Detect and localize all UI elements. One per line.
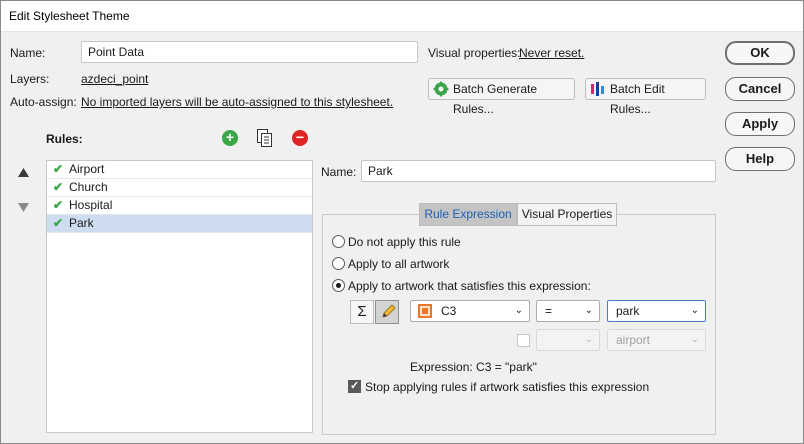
batch-edit-label: Batch Edit Rules... [610,82,665,116]
field-select[interactable]: C3 ⌄ [410,300,530,322]
help-button[interactable]: Help [725,147,795,171]
stop-applying-checkbox[interactable] [348,379,361,393]
tab-visual-properties[interactable]: Visual Properties [517,203,617,226]
stop-applying-label: Stop applying rules if artwork satisfies… [365,380,650,394]
autoassign-label: Auto-assign: [10,95,77,109]
radio-apply-all-label: Apply to all artwork [348,257,450,271]
operand-select[interactable]: park ⌄ [607,300,706,322]
layers-label: Layers: [10,72,50,86]
autoassign-link[interactable]: No imported layers will be auto-assigned… [81,95,393,109]
rule-label: Hospital [69,198,113,212]
second-operand-select[interactable]: airport ⌄ [607,329,706,351]
list-item[interactable]: ✔ Hospital [47,197,312,215]
pencil-toggle-button[interactable] [375,300,399,324]
radio-apply-expression[interactable] [332,279,345,292]
field-select-value: C3 [441,304,457,318]
radio-apply-all[interactable] [332,257,345,270]
sigma-icon: Σ [357,303,367,320]
radio-do-not-apply-label: Do not apply this rule [348,235,461,249]
batch-edit-rules-button[interactable]: Batch Edit Rules... [585,78,706,116]
tab-rule-expression[interactable]: Rule Expression [419,203,517,226]
field-column-icon [418,304,432,318]
visual-properties-label: Visual properties: [428,46,521,60]
operator-select[interactable]: = ⌄ [536,300,600,322]
stylesheet-name-input[interactable]: Point Data [81,41,418,63]
pencil-icon [382,304,396,318]
check-icon: ✔ [53,180,64,194]
expression-preview: Expression: C3 = "park" [410,360,537,374]
edit-stylesheet-dialog: Edit Stylesheet Theme Name: Point Data L… [0,0,804,444]
list-item[interactable]: ✔ Park [47,215,312,233]
chevron-down-icon: ⌄ [514,305,523,316]
check-icon: ✔ [53,198,64,212]
second-operand-value: airport [616,333,651,347]
rule-label: Church [69,180,108,194]
gear-plus-icon [433,81,449,97]
chevron-down-icon: ⌄ [690,334,699,345]
title-bar: Edit Stylesheet Theme [1,1,803,32]
move-up-icon[interactable] [18,168,29,177]
list-item[interactable]: ✔ Church [47,179,312,197]
rule-label: Park [69,216,94,230]
rule-name-input[interactable]: Park [361,160,716,182]
cancel-button[interactable]: Cancel [725,77,795,101]
rule-name-label: Name: [321,165,357,179]
ok-button[interactable]: OK [725,41,795,65]
name-label: Name: [10,46,46,60]
chevron-down-icon: ⌄ [584,305,593,316]
rule-label: Airport [69,162,105,176]
duplicate-rule-icon[interactable] [257,129,272,147]
move-down-icon[interactable] [18,203,29,212]
radio-apply-expression-label: Apply to artwork that satisfies this exp… [348,279,591,293]
add-condition-checkbox[interactable] [517,334,530,347]
chevron-down-icon: ⌄ [690,305,699,316]
apply-button[interactable]: Apply [725,112,795,136]
add-rule-icon[interactable]: + [222,130,238,146]
batch-generate-rules-button[interactable]: Batch Generate Rules... [428,78,575,116]
check-icon: ✔ [53,162,64,176]
sigma-toggle-button[interactable]: Σ [350,300,374,324]
radio-do-not-apply[interactable] [332,235,345,248]
list-item[interactable]: ✔ Airport [47,161,312,179]
batch-generate-label: Batch Generate Rules... [453,82,538,116]
operator-select-value: = [545,304,553,318]
check-icon: ✔ [53,216,64,230]
chevron-down-icon: ⌄ [584,334,593,345]
operand-select-value: park [616,304,640,318]
rules-label: Rules: [46,132,83,146]
batch-edit-icon [591,82,604,96]
rules-list[interactable]: ✔ Airport ✔ Church ✔ Hospital ✔ Park [46,160,313,433]
visual-properties-link[interactable]: Never reset. [519,46,584,60]
remove-rule-icon[interactable]: − [292,130,308,146]
layers-link[interactable]: azdeci_point [81,72,148,86]
second-operator-select[interactable]: ⌄ [536,329,600,351]
window-title: Edit Stylesheet Theme [9,9,130,23]
